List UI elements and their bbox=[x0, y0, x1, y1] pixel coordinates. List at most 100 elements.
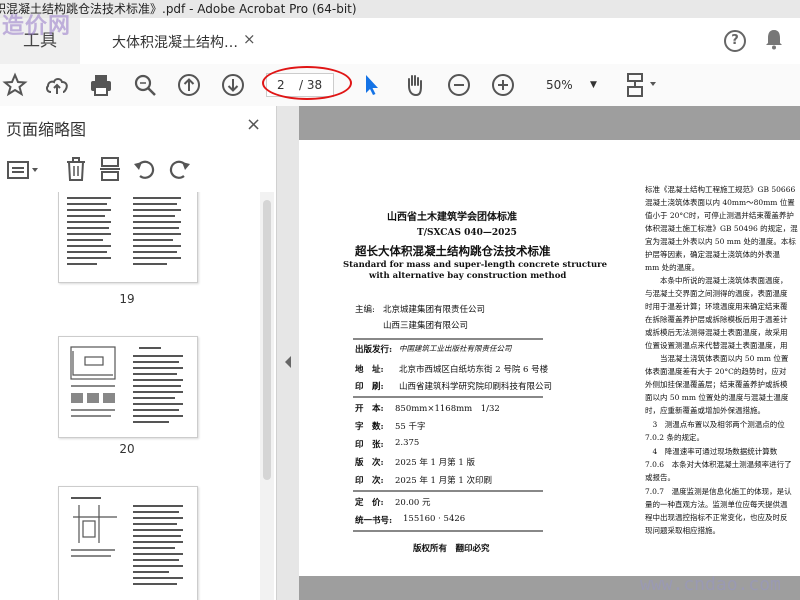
tab-document[interactable]: 大体积混凝土结构… × bbox=[80, 18, 270, 64]
body-line: 现问题采取相应措施。 bbox=[645, 526, 720, 535]
collapse-arrow-icon[interactable] bbox=[285, 356, 291, 368]
panel-title: 页面缩略图 bbox=[6, 120, 87, 139]
insert-page-icon[interactable] bbox=[98, 156, 122, 182]
thumbnail-scrollbar[interactable] bbox=[260, 192, 274, 600]
body-line: 宜为混凝土外表以内 50 mm 处的温度。本标 bbox=[645, 237, 796, 246]
body-line: 在拆除覆盖养护层或拆除模板后用于温差计 bbox=[645, 315, 788, 324]
thumbnail-page-content bbox=[67, 197, 181, 265]
body-line: 体积混凝土施工标准》GB 50496 的规定，混 bbox=[645, 224, 798, 233]
watermark-url: www.cndao.com bbox=[640, 574, 781, 595]
tab-document-label: 大体积混凝土结构… bbox=[112, 35, 238, 51]
options-icon[interactable] bbox=[6, 158, 42, 182]
zoom-in-icon[interactable] bbox=[490, 72, 516, 98]
rights: 版权所有 翻印必究 bbox=[413, 544, 490, 554]
body-line: 时用于温差计算；环境温度用来确定结束覆 bbox=[645, 302, 788, 311]
publisher-label: 出版发行: bbox=[355, 345, 393, 355]
body-line: 面以内 50 mm 位置处的温度与混凝土温度 bbox=[645, 393, 789, 402]
thumbnail-page-content bbox=[70, 346, 183, 423]
body-line: 或拆模后无法测得混凝土表面温度，故采用 bbox=[645, 328, 788, 337]
body-line: 标准《混凝土结构工程施工规范》GB 50666 bbox=[645, 185, 796, 194]
isbn-label: 统一书号: bbox=[355, 516, 393, 526]
price-label: 定 价: bbox=[355, 498, 384, 508]
arrow-up-circle-icon[interactable] bbox=[176, 72, 202, 98]
body-line: 当混凝土浇筑体表面以内 50 mm 位置 bbox=[645, 354, 789, 363]
thumbnail-page[interactable] bbox=[58, 192, 198, 283]
rotate-ccw-icon[interactable] bbox=[132, 156, 158, 182]
format-label: 开 本: bbox=[355, 404, 384, 414]
body-line: 混凝土浇筑体表面以内 40mm～80mm 位置 bbox=[645, 198, 795, 207]
printer: 山西省建筑科学研究院印刷科技有限公司 bbox=[399, 382, 553, 392]
body-line: 4 降温速率可通过现场数据统计算数 bbox=[645, 447, 778, 456]
rotate-cw-icon[interactable] bbox=[166, 156, 192, 182]
tab-bar: 工具 大体积混凝土结构… × ? bbox=[0, 18, 800, 65]
edition-label: 版 次: bbox=[355, 458, 384, 468]
thumbnail-page[interactable] bbox=[58, 486, 198, 600]
body-line: 护层等因素，确定混凝土浇筑体的外表温 bbox=[645, 250, 780, 259]
zoom-out-icon[interactable] bbox=[446, 72, 472, 98]
publisher: 中国建筑工业出版社有限责任公司 bbox=[399, 344, 512, 353]
body-line: 7.0.2 条的规定。 bbox=[645, 433, 704, 442]
body-line: 7.0.6 本条对大体积混凝土测温频率进行了 bbox=[645, 460, 792, 469]
price: 20.00 元 bbox=[395, 498, 431, 508]
select-cursor-icon[interactable] bbox=[358, 72, 384, 98]
thumbnail-list: 19 20 bbox=[0, 192, 260, 600]
sheets: 2.375 bbox=[395, 438, 420, 448]
cloud-upload-icon[interactable] bbox=[44, 72, 70, 98]
body-line: mm 处的温度。 bbox=[645, 263, 700, 272]
document-view: 山西省土木建筑学会团体标准 T/SXCAS 040—2025 超长大体积混凝土结… bbox=[299, 106, 800, 600]
print-label: 印 刷: bbox=[355, 382, 384, 392]
divider bbox=[353, 530, 543, 532]
tab-close-icon[interactable]: × bbox=[243, 30, 256, 48]
body-line: 7.0.7 温度监测是信息化施工的体现，是认 bbox=[645, 487, 792, 496]
format: 850mm×1168mm 1/32 bbox=[395, 404, 500, 414]
body-line: 值小于 20°C时，可停止测温并结束覆盖养护 bbox=[645, 211, 794, 220]
window-title-bar: 积混凝土结构跳仓法技术标准》.pdf - Adobe Acrobat Pro (… bbox=[0, 0, 800, 18]
editor-1: 北京城建集团有限责任公司 bbox=[383, 305, 486, 315]
address: 北京市西城区白纸坊东街 2 号院 6 号楼 bbox=[399, 365, 549, 375]
help-icon[interactable]: ? bbox=[724, 30, 746, 52]
page-fit-icon[interactable] bbox=[624, 72, 658, 98]
printing: 2025 年 1 月第 1 次印刷 bbox=[395, 476, 492, 486]
body-line: 3 测温点布置以及相邻两个测温点的位 bbox=[645, 420, 785, 429]
bell-icon[interactable] bbox=[764, 28, 784, 50]
zoom-value: 50% bbox=[546, 78, 573, 92]
zoom-search-icon[interactable] bbox=[132, 72, 158, 98]
body-line: 与混凝土交界面之间测得的温度，表面温度 bbox=[645, 289, 788, 298]
thumbnail-page-number: 19 bbox=[119, 292, 135, 306]
thumbnail-page-number: 20 bbox=[119, 442, 135, 456]
words: 55 千字 bbox=[395, 422, 426, 432]
trash-icon[interactable] bbox=[64, 156, 88, 182]
page-org: 山西省土木建筑学会团体标准 bbox=[387, 212, 517, 223]
editor-label: 主编: bbox=[355, 305, 375, 315]
address-label: 地 址: bbox=[355, 365, 384, 375]
star-icon[interactable] bbox=[2, 72, 28, 98]
document-page: 山西省土木建筑学会团体标准 T/SXCAS 040—2025 超长大体积混凝土结… bbox=[299, 140, 800, 576]
page-thumbnails-panel: 页面缩略图 × 19 20 bbox=[0, 106, 277, 600]
highlight-annotation-ellipse bbox=[262, 66, 352, 100]
page-title-en-1: Standard for mass and super-length concr… bbox=[343, 260, 608, 270]
print-icon[interactable] bbox=[88, 72, 114, 98]
isbn: 155160 · 5426 bbox=[403, 514, 466, 524]
body-line: 或报告。 bbox=[645, 473, 675, 482]
scrollbar-thumb[interactable] bbox=[263, 200, 271, 480]
thumbnail-page[interactable] bbox=[58, 336, 198, 438]
edition: 2025 年 1 月第 1 版 bbox=[395, 458, 475, 468]
page-title-en-2: with alternative bay construction method bbox=[369, 271, 567, 281]
main-toolbar: 2 / 38 50% ▼ bbox=[0, 64, 800, 107]
panel-toolbar bbox=[0, 152, 276, 188]
watermark-logo: 造价网 bbox=[2, 14, 72, 39]
body-line: 位置设置测温点来代替混凝土表面温度，用 bbox=[645, 341, 788, 350]
hand-icon[interactable] bbox=[402, 72, 428, 98]
zoom-select[interactable]: 50% ▼ bbox=[532, 74, 602, 96]
body-line: 量的一种直观方法。监测单位应每天提供温 bbox=[645, 500, 788, 509]
panel-close-icon[interactable]: × bbox=[246, 114, 261, 135]
editor-2: 山西三建集团有限公司 bbox=[383, 321, 469, 331]
sheets-label: 印 张: bbox=[355, 440, 384, 450]
divider bbox=[353, 338, 543, 340]
divider bbox=[353, 490, 543, 492]
body-line: 体表面温度差有大于 20°C的趋势时，应对 bbox=[645, 367, 787, 376]
arrow-down-circle-icon[interactable] bbox=[220, 72, 246, 98]
divider bbox=[353, 396, 543, 398]
thumbnail-page-content bbox=[71, 497, 183, 585]
panel-splitter[interactable] bbox=[277, 106, 299, 600]
